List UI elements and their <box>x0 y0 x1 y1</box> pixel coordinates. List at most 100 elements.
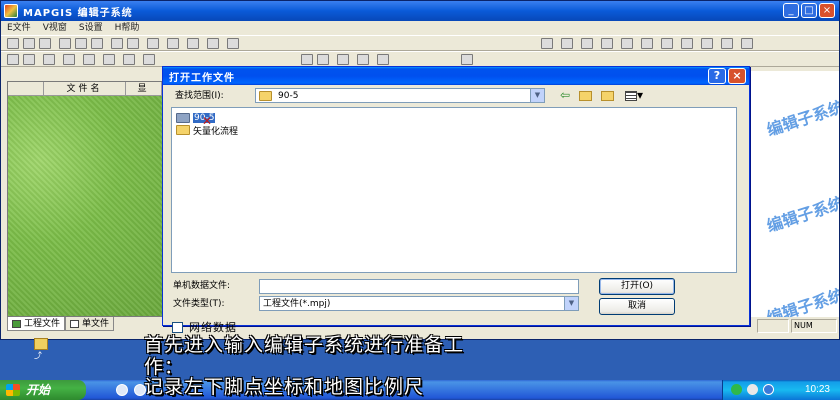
cancel-button[interactable]: 取消 <box>599 298 675 315</box>
print-icon[interactable] <box>91 38 103 49</box>
clock[interactable]: 10:23 <box>805 383 830 397</box>
folder-item[interactable]: 矢量化流程 <box>176 124 238 137</box>
network-data-row: 网络数据 <box>172 320 237 334</box>
map-window-icon[interactable] <box>461 54 473 65</box>
maximize-button[interactable]: □ <box>801 3 817 18</box>
chevron-down-icon[interactable]: ▼ <box>564 297 578 310</box>
menu-help[interactable]: H帮助 <box>109 21 146 35</box>
paste-icon[interactable] <box>127 38 139 49</box>
context-help-icon[interactable] <box>167 38 179 49</box>
select-tool-icon[interactable] <box>43 54 55 65</box>
refresh-icon[interactable] <box>377 54 389 65</box>
menu-view[interactable]: V视窗 <box>37 21 73 35</box>
vertex-tool-icon[interactable] <box>123 54 135 65</box>
pen-tool-icon[interactable] <box>7 54 19 65</box>
back-arrow-icon[interactable]: ⇦ <box>557 88 573 103</box>
eraser-icon[interactable] <box>227 38 239 49</box>
new-file-icon[interactable] <box>7 38 19 49</box>
up-folder-icon[interactable] <box>577 88 593 103</box>
menu-settings[interactable]: S设置 <box>73 21 109 35</box>
chevron-down-icon[interactable]: ▼ <box>530 89 544 102</box>
tab-single-file-label: 单文件 <box>82 318 110 329</box>
menu-file[interactable]: E文件 <box>1 21 37 35</box>
pan-icon[interactable] <box>357 54 369 65</box>
single-file-icon <box>70 319 80 328</box>
tab-project-file[interactable]: 工程文件 <box>7 317 66 331</box>
new-folder-icon[interactable] <box>599 88 615 103</box>
network-data-checkbox[interactable] <box>172 321 183 333</box>
watermark-text: 编辑子系统 <box>764 97 839 140</box>
filetype-value: 工程文件(*.mpj) <box>263 299 331 309</box>
snap-tool-icon[interactable] <box>601 38 613 49</box>
move-tool-icon[interactable] <box>661 38 673 49</box>
join-tool-icon[interactable] <box>83 54 95 65</box>
browser-icon[interactable] <box>116 384 128 396</box>
file-list-panel: 文件名 显 <box>7 81 163 317</box>
safety-icon[interactable] <box>763 384 774 395</box>
app-title: MAPGIS 编辑子系统 <box>23 8 133 19</box>
curve-tool-icon[interactable] <box>143 54 155 65</box>
tab-single-file[interactable]: 单文件 <box>65 317 115 331</box>
close-button[interactable]: × <box>819 3 835 18</box>
zoom-extent-icon[interactable] <box>337 54 349 65</box>
open-file-icon[interactable] <box>23 38 35 49</box>
label-tool-icon[interactable] <box>721 38 733 49</box>
undo-icon[interactable] <box>147 38 159 49</box>
save-icon[interactable] <box>59 38 71 49</box>
node-tool-icon[interactable] <box>641 38 653 49</box>
subtitle-line-1: 首先进入输入编辑子系统进行准备工 <box>144 334 465 356</box>
layer-icon[interactable] <box>187 38 199 49</box>
watermark-text: 编辑子系统 <box>764 285 839 317</box>
num-lock-indicator: NUM <box>791 319 837 333</box>
tab-project-file-label: 工程文件 <box>24 318 61 329</box>
menu-bar: E文件 V视窗 S设置 H帮助 <box>1 21 839 35</box>
pencil-tool-icon[interactable] <box>23 54 35 65</box>
dialog-controls: ? × <box>708 68 746 84</box>
start-button[interactable]: 开始 <box>0 380 86 400</box>
toolbar-main <box>1 35 839 51</box>
zoom-out-icon[interactable] <box>317 54 329 65</box>
line-tool-icon[interactable] <box>561 38 573 49</box>
filename-input[interactable] <box>259 279 579 294</box>
dialog-close-button[interactable]: × <box>728 68 746 84</box>
column-filename[interactable]: 文件名 <box>44 82 126 96</box>
dialog-titlebar[interactable]: 打开工作文件 ? × <box>163 67 749 85</box>
filetype-dropdown[interactable]: 工程文件(*.mpj) ▼ <box>259 296 579 311</box>
toolbar-secondary <box>1 51 839 67</box>
minimize-button[interactable]: _ <box>783 3 799 18</box>
desktop-shortcut-icon[interactable]: ⤴ <box>30 338 50 360</box>
save-as-icon[interactable] <box>75 38 87 49</box>
dialog-title: 打开工作文件 <box>169 73 235 84</box>
look-in-label: 查找范围(I): <box>175 91 224 101</box>
open-button[interactable]: 打开(O) <box>599 278 675 295</box>
file-browser-list[interactable]: 90-5 ✕ 矢量化流程 <box>171 107 737 273</box>
look-in-value: 90-5 <box>278 91 299 101</box>
copy-icon[interactable] <box>111 38 123 49</box>
point-tool-icon[interactable] <box>541 38 553 49</box>
look-in-dropdown[interactable]: 90-5 ▼ <box>255 88 545 103</box>
file-list-header: 文件名 显 <box>8 82 162 96</box>
help-button[interactable]: ? <box>708 68 726 84</box>
app-titlebar[interactable]: MAPGIS 编辑子系统 _ □ × <box>1 1 839 21</box>
cut-tool-icon[interactable] <box>63 54 75 65</box>
measure-tool-icon[interactable] <box>621 38 633 49</box>
column-display[interactable]: 显 <box>126 82 162 96</box>
layer-type-column-icon <box>8 82 44 96</box>
area-tool-icon[interactable] <box>581 38 593 49</box>
zoom-in-icon[interactable] <box>301 54 313 65</box>
volume-icon[interactable] <box>747 384 758 395</box>
split-tool-icon[interactable] <box>103 54 115 65</box>
open-folder-icon[interactable] <box>39 38 51 49</box>
folder-icon <box>259 91 272 101</box>
clear-tool-icon[interactable] <box>741 38 753 49</box>
watermark-text: 编辑子系统 <box>764 193 839 236</box>
file-list-area[interactable] <box>8 96 162 316</box>
edit-tool-icon[interactable] <box>207 38 219 49</box>
scale-tool-icon[interactable] <box>701 38 713 49</box>
filename-label: 单机数据文件: <box>173 281 231 291</box>
rotate-tool-icon[interactable] <box>681 38 693 49</box>
network-status-icon[interactable] <box>731 384 742 395</box>
map-canvas[interactable]: 编辑子系统 编辑子系统 编辑子系统 <box>751 71 839 317</box>
network-data-label: 网络数据 <box>189 321 237 334</box>
view-menu-icon[interactable]: ▾ <box>621 88 647 103</box>
